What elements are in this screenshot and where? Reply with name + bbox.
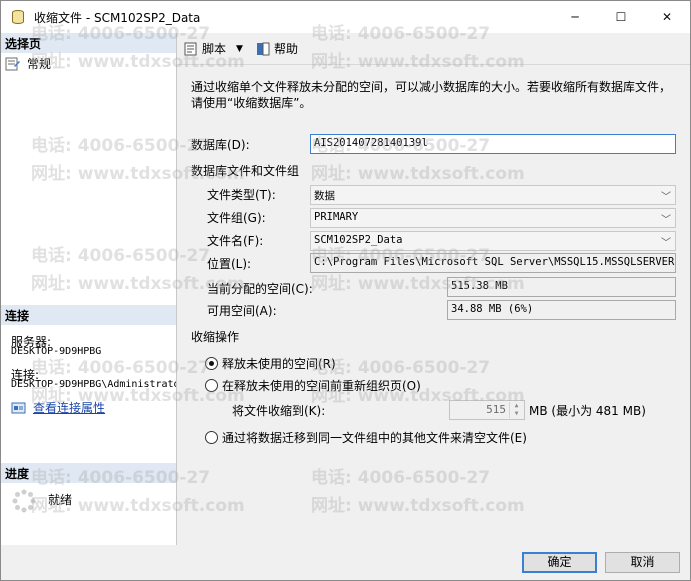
- filegroup-select[interactable]: PRIMARY ﹀: [310, 208, 676, 228]
- help-button[interactable]: 帮助: [255, 40, 298, 57]
- stepper-arrows-icon[interactable]: ▲ ▼: [509, 402, 523, 418]
- empty-file-option[interactable]: 通过将数据迁移到同一文件组中的其他文件来清空文件(E): [205, 429, 527, 446]
- maximize-button[interactable]: ☐: [598, 1, 644, 33]
- right-pane: 脚本 ▼ 帮助 通过收缩单个文件释放未分配的空间，可以减小数据库的大小。若要收缩…: [177, 33, 690, 545]
- available-label: 可用空间(A):: [207, 304, 277, 318]
- close-button[interactable]: ✕: [644, 1, 690, 33]
- help-label: 帮助: [273, 42, 298, 56]
- file-name-label: 文件名(F):: [207, 234, 264, 248]
- left-pane: 选择页 常规 连接 服务器: DESKTOP-9D9HPBG 连接: DESKT…: [1, 33, 177, 545]
- file-type-value: 数据: [314, 190, 335, 202]
- available-value: 34.88 MB (6%): [451, 303, 534, 315]
- database-icon: [12, 10, 24, 24]
- ok-button[interactable]: 确定: [522, 552, 597, 573]
- description-text: 通过收缩单个文件释放未分配的空间，可以减小数据库的大小。若要收缩所有数据库文件，…: [191, 80, 672, 110]
- file-name-select[interactable]: SCM102SP2_Data ﹀: [310, 231, 676, 251]
- view-connection-link[interactable]: 查看连接属性: [33, 399, 105, 416]
- server-value: DESKTOP-9D9HPBG: [11, 346, 102, 357]
- chevron-down-icon: ﹀: [661, 215, 671, 226]
- title-bar: 收缩文件 - SCM102SP2_Data ─ ☐ ✕: [1, 1, 690, 33]
- release-unused-label: 释放未使用的空间(R): [222, 357, 336, 371]
- database-value: AIS20140728140139l: [314, 137, 428, 149]
- allocated-field[interactable]: 515.38 MB: [447, 277, 676, 297]
- connection-value: DESKTOP-9D9HPBG\Administrato: [11, 379, 176, 390]
- toolbar: 脚本 ▼ 帮助: [177, 33, 690, 65]
- script-button[interactable]: 脚本 ▼: [183, 40, 243, 57]
- page-item-general[interactable]: 常规: [5, 55, 51, 72]
- reorganize-option[interactable]: 在释放未使用的空间前重新组织页(O): [205, 377, 421, 394]
- shrink-file-dialog: 收缩文件 - SCM102SP2_Data ─ ☐ ✕ 选择页 常规 连接 服务…: [0, 0, 691, 581]
- database-label: 数据库(D):: [191, 138, 250, 152]
- file-type-select[interactable]: 数据 ﹀: [310, 185, 676, 205]
- progress-spinner-icon: [11, 488, 37, 517]
- script-icon: [184, 42, 197, 55]
- button-bar: 确定 取消: [1, 545, 690, 580]
- filegroup-value: PRIMARY: [314, 211, 359, 223]
- location-field[interactable]: C:\Program Files\Microsoft SQL Server\MS…: [310, 253, 676, 273]
- help-icon: [256, 42, 270, 55]
- shrink-to-label: 将文件收缩到(K):: [232, 404, 326, 418]
- view-connection-properties[interactable]: 查看连接属性: [11, 399, 105, 416]
- page-icon: [5, 57, 20, 70]
- allocated-value: 515.38 MB: [451, 280, 508, 292]
- script-dropdown-icon[interactable]: ▼: [236, 44, 243, 54]
- release-unused-radio[interactable]: [205, 357, 218, 370]
- filegroup-label: 文件组(G):: [207, 211, 266, 225]
- properties-icon: [11, 402, 26, 413]
- files-group-label: 数据库文件和文件组: [191, 164, 300, 178]
- shrink-to-value: 515: [486, 403, 506, 416]
- location-value: C:\Program Files\Microsoft SQL Server\MS…: [314, 256, 676, 268]
- minimize-button[interactable]: ─: [552, 1, 598, 33]
- shrink-action-label: 收缩操作: [191, 330, 240, 344]
- database-field[interactable]: AIS20140728140139l: [310, 134, 676, 154]
- close-icon: ✕: [661, 10, 673, 24]
- page-item-label: 常规: [27, 57, 52, 71]
- shrink-to-unit: MB (最小为 481 MB): [529, 404, 646, 418]
- empty-file-label: 通过将数据迁移到同一文件组中的其他文件来清空文件(E): [222, 431, 527, 445]
- reorganize-radio[interactable]: [205, 379, 218, 392]
- release-unused-option[interactable]: 释放未使用的空间(R): [205, 355, 336, 372]
- cancel-button[interactable]: 取消: [605, 552, 680, 573]
- progress-header: 进度: [1, 463, 176, 483]
- location-label: 位置(L):: [207, 257, 252, 271]
- script-label: 脚本: [202, 42, 227, 56]
- file-name-value: SCM102SP2_Data: [314, 234, 403, 246]
- chevron-down-icon: ﹀: [661, 238, 671, 249]
- connection-header: 连接: [1, 305, 176, 325]
- empty-file-radio[interactable]: [205, 431, 218, 444]
- allocated-label: 当前分配的空间(C):: [207, 282, 313, 296]
- shrink-to-stepper[interactable]: 515 ▲ ▼: [449, 400, 525, 420]
- progress-status: 就绪: [48, 493, 73, 507]
- available-field[interactable]: 34.88 MB (6%): [447, 300, 676, 320]
- reorganize-label: 在释放未使用的空间前重新组织页(O): [222, 379, 421, 393]
- chevron-down-icon: ﹀: [661, 192, 671, 203]
- window-title: 收缩文件 - SCM102SP2_Data: [34, 10, 201, 25]
- maximize-icon: ☐: [615, 10, 627, 24]
- select-page-header: 选择页: [1, 33, 176, 53]
- minimize-icon: ─: [571, 10, 579, 24]
- file-type-label: 文件类型(T):: [207, 188, 276, 202]
